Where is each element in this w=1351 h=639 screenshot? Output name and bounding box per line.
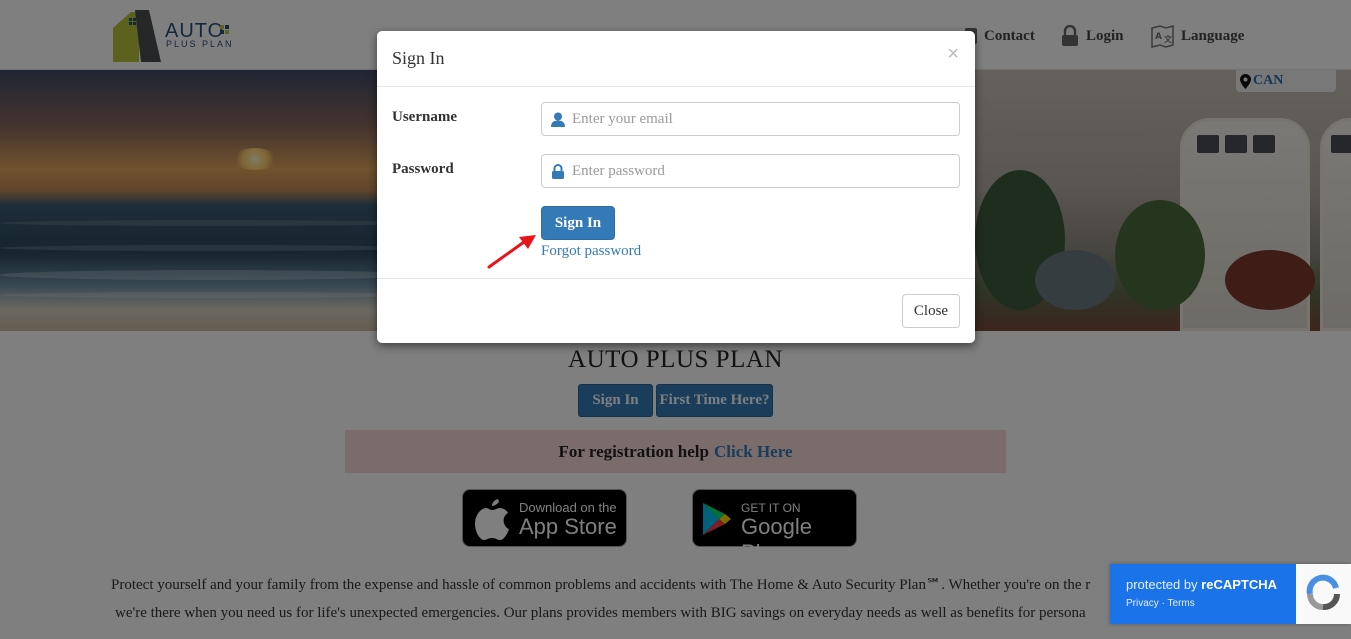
recaptcha-links: Privacy · Terms (1126, 598, 1296, 609)
lock-icon (552, 164, 564, 179)
signin-modal: Sign In × Username Password Sign In Forg… (377, 31, 975, 343)
recaptcha-icon (1306, 574, 1341, 611)
recaptcha-logo (1296, 564, 1351, 624)
user-icon (551, 112, 565, 127)
password-label: Password (392, 161, 454, 177)
recaptcha-brand: reCAPTCHA (1201, 577, 1278, 592)
modal-signin-button[interactable]: Sign In (541, 206, 615, 240)
forgot-password-link[interactable]: Forgot password (541, 243, 641, 260)
recaptcha-privacy-link[interactable]: Privacy (1126, 598, 1159, 609)
recaptcha-separator: · (1161, 598, 1165, 609)
username-label: Username (392, 109, 457, 125)
recaptcha-badge[interactable]: protected by reCAPTCHA Privacy · Terms (1110, 564, 1351, 624)
recaptcha-prefix: protected by (1126, 577, 1198, 592)
modal-title: Sign In (392, 48, 445, 68)
recaptcha-terms-link[interactable]: Terms (1168, 598, 1195, 609)
modal-header: Sign In × (377, 31, 975, 87)
recaptcha-text-panel: protected by reCAPTCHA Privacy · Terms (1110, 564, 1296, 624)
username-field[interactable] (541, 102, 960, 136)
modal-close-x-icon[interactable]: × (947, 43, 959, 66)
password-field[interactable] (541, 154, 960, 188)
red-arrow-icon (487, 235, 536, 269)
modal-footer: Close (377, 278, 975, 343)
modal-close-button[interactable]: Close (902, 294, 960, 328)
recaptcha-protected-line: protected by reCAPTCHA (1126, 577, 1296, 592)
password-input[interactable] (572, 156, 952, 186)
username-input[interactable] (572, 104, 952, 134)
